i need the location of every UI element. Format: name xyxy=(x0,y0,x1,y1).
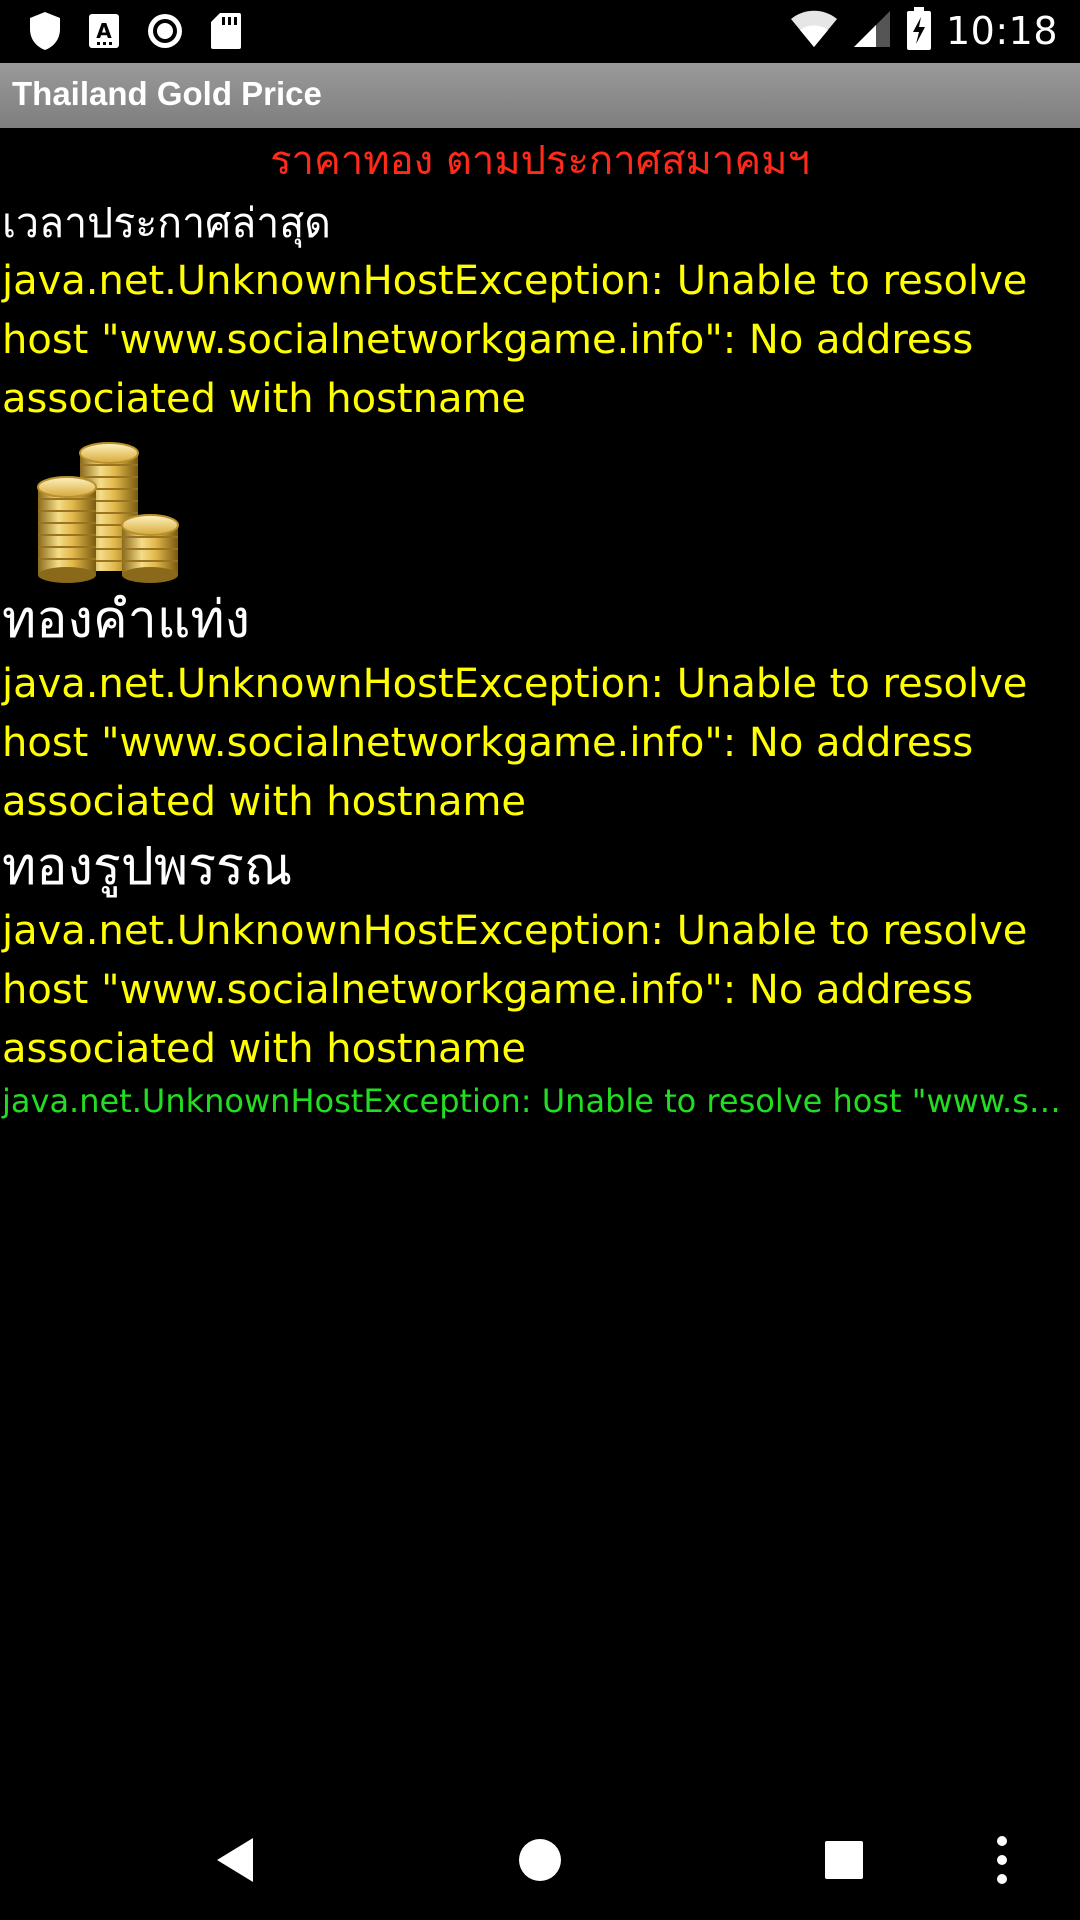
gold-jewelry-label: ทองรูปพรรณ xyxy=(2,837,293,897)
announcement-header: ราคาทอง ตามประกาศสมาคมฯ xyxy=(270,138,810,184)
gold-bar-label: ทองคำแท่ง xyxy=(2,590,251,650)
back-button[interactable] xyxy=(205,1830,265,1890)
more-icon xyxy=(997,1836,1007,1884)
more-options-button[interactable] xyxy=(972,1830,1032,1890)
footer-error-text: java.net.UnknownHostException: Unable to… xyxy=(2,1082,1078,1120)
gold-jewelry-value: java.net.UnknownHostException: Unable to… xyxy=(2,908,1028,1072)
recents-button[interactable] xyxy=(814,1830,874,1890)
sd-card-icon xyxy=(210,12,242,50)
signal-icon xyxy=(852,9,892,53)
clock: 10:18 xyxy=(945,9,1058,53)
home-icon xyxy=(519,1839,561,1881)
navigation-bar xyxy=(0,1800,1080,1920)
gold-bar-value: java.net.UnknownHostException: Unable to… xyxy=(2,661,1028,825)
gold-coins-icon xyxy=(30,435,180,585)
system-icons: 10:18 xyxy=(790,6,1058,56)
svg-text:A: A xyxy=(96,19,112,43)
main-content: ราคาทอง ตามประกาศสมาคมฯ เวลาประกาศล่าสุด… xyxy=(0,128,1080,1123)
back-icon xyxy=(217,1838,253,1882)
notification-icons: A xyxy=(28,10,242,52)
shield-icon xyxy=(28,11,62,51)
battery-charging-icon xyxy=(906,7,932,55)
wifi-icon xyxy=(790,9,838,53)
latest-time-label: เวลาประกาศล่าสุด xyxy=(2,199,331,247)
latest-time-value: java.net.UnknownHostException: Unable to… xyxy=(2,258,1028,422)
home-button[interactable] xyxy=(510,1830,570,1890)
app-title: Thailand Gold Price xyxy=(12,75,322,112)
text-a-icon: A xyxy=(88,13,120,49)
recents-icon xyxy=(825,1841,863,1879)
app-title-bar: Thailand Gold Price xyxy=(0,63,1080,128)
status-bar: A 10:18 xyxy=(0,0,1080,63)
record-icon xyxy=(146,12,184,50)
